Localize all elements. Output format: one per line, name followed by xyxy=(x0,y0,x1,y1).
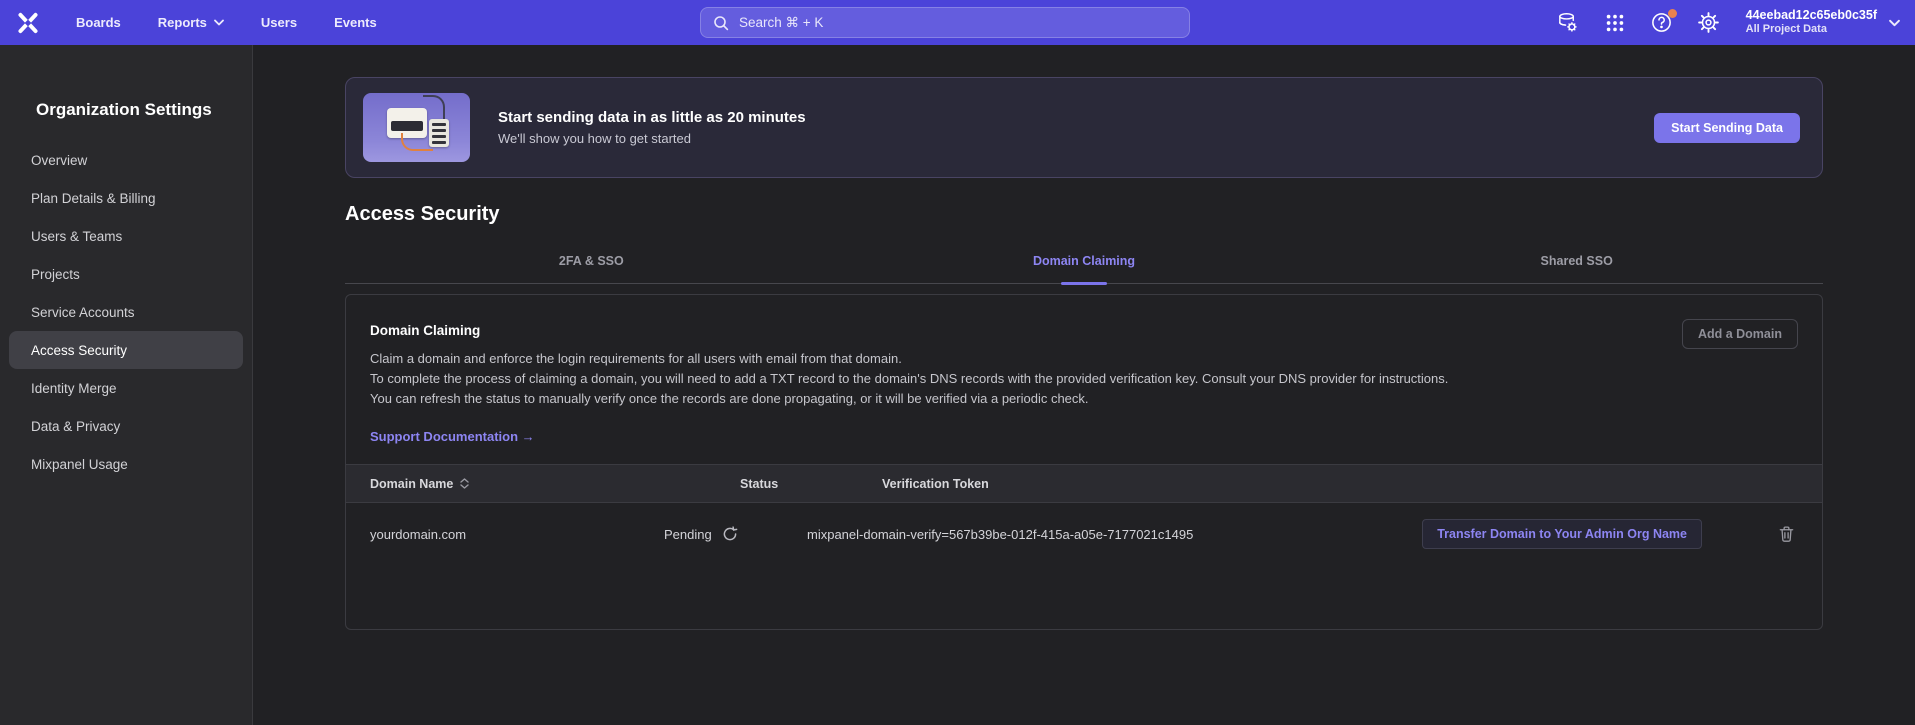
banner-subtitle: We'll show you how to get started xyxy=(498,131,806,146)
chevron-down-icon xyxy=(214,19,224,26)
support-documentation-link[interactable]: Support Documentation → xyxy=(370,429,535,444)
onboarding-illustration xyxy=(363,93,470,162)
onboarding-banner: Start sending data in as little as 20 mi… xyxy=(345,77,1823,178)
nav-item-events[interactable]: Events xyxy=(334,15,377,30)
table-header-row: Domain Name Status Verification Token xyxy=(346,464,1822,503)
project-switcher[interactable]: 44eebad12c65eb0c35f All Project Data xyxy=(1746,8,1900,37)
top-nav-bar: Boards Reports Users Events Search ⌘ + K xyxy=(0,0,1915,45)
sidebar-nav-list: Overview Plan Details & Billing Users & … xyxy=(0,141,252,483)
settings-gear-icon[interactable] xyxy=(1697,11,1721,35)
header-domain-name[interactable]: Domain Name xyxy=(346,477,664,491)
sidebar-item-projects[interactable]: Projects xyxy=(9,255,243,293)
nav-item-boards[interactable]: Boards xyxy=(76,15,121,30)
cell-verification-token: mixpanel-domain-verify=567b39be-012f-415… xyxy=(807,527,1422,542)
sidebar-item-overview[interactable]: Overview xyxy=(9,141,243,179)
mixpanel-logo-icon[interactable] xyxy=(13,8,43,38)
help-icon[interactable] xyxy=(1650,11,1674,35)
header-label: Domain Name xyxy=(370,477,453,491)
header-label: Status xyxy=(740,477,778,491)
global-search-input[interactable]: Search ⌘ + K xyxy=(700,7,1190,38)
refresh-icon[interactable] xyxy=(722,526,738,542)
sidebar-item-mixpanel-usage[interactable]: Mixpanel Usage xyxy=(9,445,243,483)
tab-2fa-sso[interactable]: 2FA & SSO xyxy=(345,254,838,283)
apps-grid-icon[interactable] xyxy=(1603,11,1627,35)
table-row: yourdomain.com Pending mixpanel-domain-v… xyxy=(346,503,1822,565)
data-management-icon[interactable] xyxy=(1556,11,1580,35)
org-id-label: 44eebad12c65eb0c35f xyxy=(1746,8,1877,24)
page-title: Access Security xyxy=(345,203,1823,226)
main-content: Start sending data in as little as 20 mi… xyxy=(254,45,1915,725)
header-status: Status xyxy=(664,477,807,491)
settings-sidebar: Organization Settings Overview Plan Deta… xyxy=(0,45,253,725)
trash-icon xyxy=(1778,525,1795,543)
search-placeholder: Search ⌘ + K xyxy=(739,15,823,31)
nav-item-users[interactable]: Users xyxy=(261,15,297,30)
primary-nav: Boards Reports Users Events xyxy=(76,15,377,30)
nav-item-label: Reports xyxy=(158,15,207,30)
nav-item-reports[interactable]: Reports xyxy=(158,15,224,30)
delete-domain-button[interactable] xyxy=(1778,525,1795,543)
sidebar-item-access-security[interactable]: Access Security xyxy=(9,331,243,369)
sort-icon xyxy=(460,478,469,489)
banner-text: Start sending data in as little as 20 mi… xyxy=(498,109,806,146)
header-label: Verification Token xyxy=(882,477,989,491)
search-icon xyxy=(713,15,729,31)
banner-title: Start sending data in as little as 20 mi… xyxy=(498,109,806,126)
sidebar-item-data-privacy[interactable]: Data & Privacy xyxy=(9,407,243,445)
nav-right-controls: 44eebad12c65eb0c35f All Project Data xyxy=(1556,0,1900,45)
sidebar-item-service-accounts[interactable]: Service Accounts xyxy=(9,293,243,331)
chevron-down-icon xyxy=(1889,19,1900,27)
card-title: Domain Claiming xyxy=(370,319,480,338)
sidebar-item-identity-merge[interactable]: Identity Merge xyxy=(9,369,243,407)
nav-item-label: Events xyxy=(334,15,377,30)
card-description-1: Claim a domain and enforce the login req… xyxy=(370,349,1505,369)
notification-badge xyxy=(1668,9,1677,18)
cell-status: Pending xyxy=(664,526,807,542)
tab-domain-claiming[interactable]: Domain Claiming xyxy=(838,254,1331,283)
nav-item-label: Users xyxy=(261,15,297,30)
nav-item-label: Boards xyxy=(76,15,121,30)
status-badge: Pending xyxy=(664,527,712,542)
cell-domain-name: yourdomain.com xyxy=(346,527,664,542)
sidebar-title: Organization Settings xyxy=(36,100,252,120)
sidebar-item-plan-details-billing[interactable]: Plan Details & Billing xyxy=(9,179,243,217)
domains-table: Domain Name Status Verification Token yo… xyxy=(346,464,1822,565)
start-sending-data-button[interactable]: Start Sending Data xyxy=(1654,113,1800,143)
project-labels: 44eebad12c65eb0c35f All Project Data xyxy=(1746,8,1877,37)
project-scope-label: All Project Data xyxy=(1746,23,1877,37)
sidebar-item-users-teams[interactable]: Users & Teams xyxy=(9,217,243,255)
add-domain-button[interactable]: Add a Domain xyxy=(1682,319,1798,349)
domain-claiming-card: Domain Claiming Add a Domain Claim a dom… xyxy=(345,294,1823,630)
transfer-domain-button[interactable]: Transfer Domain to Your Admin Org Name xyxy=(1422,519,1702,549)
access-security-tabs: 2FA & SSO Domain Claiming Shared SSO xyxy=(345,254,1823,284)
tab-shared-sso[interactable]: Shared SSO xyxy=(1330,254,1823,283)
card-description-2: To complete the process of claiming a do… xyxy=(370,369,1505,389)
card-description-3: You can refresh the status to manually v… xyxy=(370,389,1505,409)
header-verification-token: Verification Token xyxy=(807,477,1822,491)
